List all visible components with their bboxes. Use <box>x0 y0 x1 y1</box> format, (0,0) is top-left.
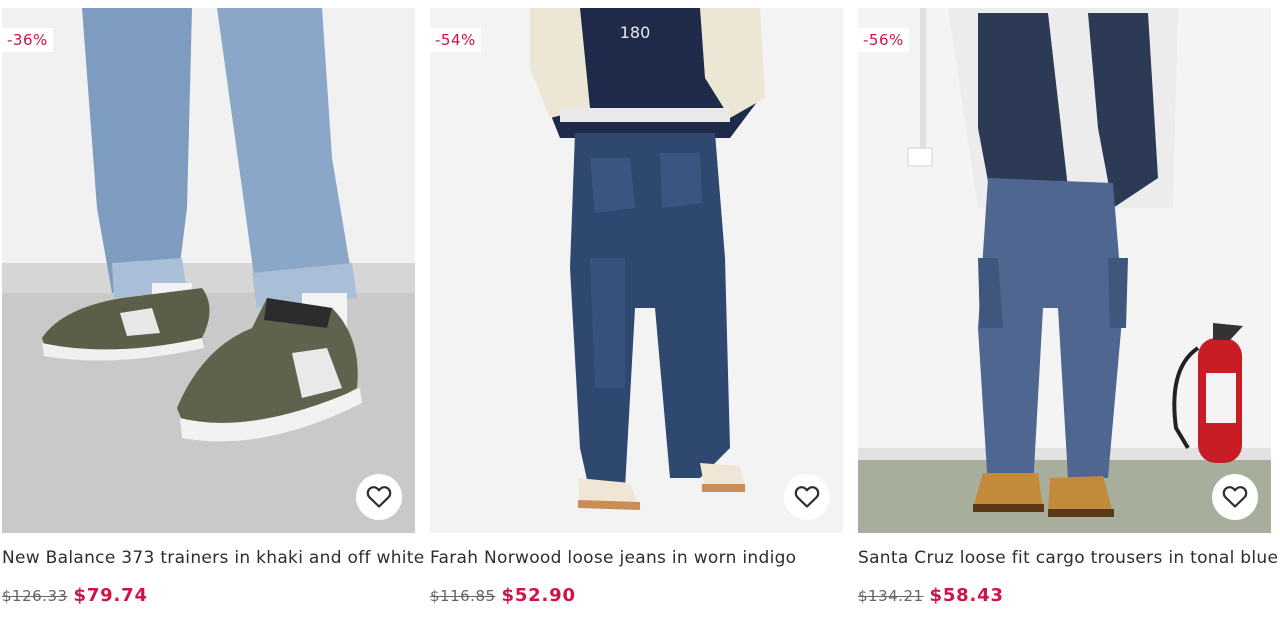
product-card[interactable]: 180 -54% Farah Norwood loose jeans in wo… <box>430 8 843 606</box>
original-price: $126.33 <box>2 587 68 605</box>
original-price: $116.85 <box>430 587 496 605</box>
save-for-later-button[interactable] <box>784 474 830 520</box>
price-row: $126.33 $79.74 <box>2 585 415 606</box>
product-image[interactable]: 180 -54% <box>430 8 843 533</box>
save-for-later-button[interactable] <box>356 474 402 520</box>
product-title[interactable]: New Balance 373 trainers in khaki and of… <box>2 547 424 569</box>
heart-icon <box>366 486 392 508</box>
product-photo <box>858 8 1271 533</box>
price-row: $116.85 $52.90 <box>430 585 843 606</box>
product-photo <box>2 8 415 533</box>
heart-icon <box>1222 486 1248 508</box>
product-image[interactable]: -56% <box>858 8 1271 533</box>
product-grid: -36% New Balance 373 trainers in khaki a… <box>0 0 1280 617</box>
sale-price: $79.74 <box>73 585 148 606</box>
discount-badge: -54% <box>430 28 481 52</box>
jacket-print: 180 <box>620 23 651 42</box>
product-title[interactable]: Farah Norwood loose jeans in worn indigo <box>430 547 843 569</box>
product-card[interactable]: -36% New Balance 373 trainers in khaki a… <box>2 8 424 606</box>
product-photo: 180 <box>430 8 843 533</box>
discount-badge: -56% <box>858 28 909 52</box>
product-card[interactable]: -56% Santa Cruz loose fit cargo trousers… <box>858 8 1280 606</box>
heart-icon <box>794 486 820 508</box>
product-title[interactable]: Santa Cruz loose fit cargo trousers in t… <box>858 547 1280 569</box>
sale-price: $58.43 <box>929 585 1004 606</box>
original-price: $134.21 <box>858 587 924 605</box>
sale-price: $52.90 <box>501 585 576 606</box>
price-row: $134.21 $58.43 <box>858 585 1271 606</box>
product-image[interactable]: -36% <box>2 8 415 533</box>
save-for-later-button[interactable] <box>1212 474 1258 520</box>
discount-badge: -36% <box>2 28 53 52</box>
